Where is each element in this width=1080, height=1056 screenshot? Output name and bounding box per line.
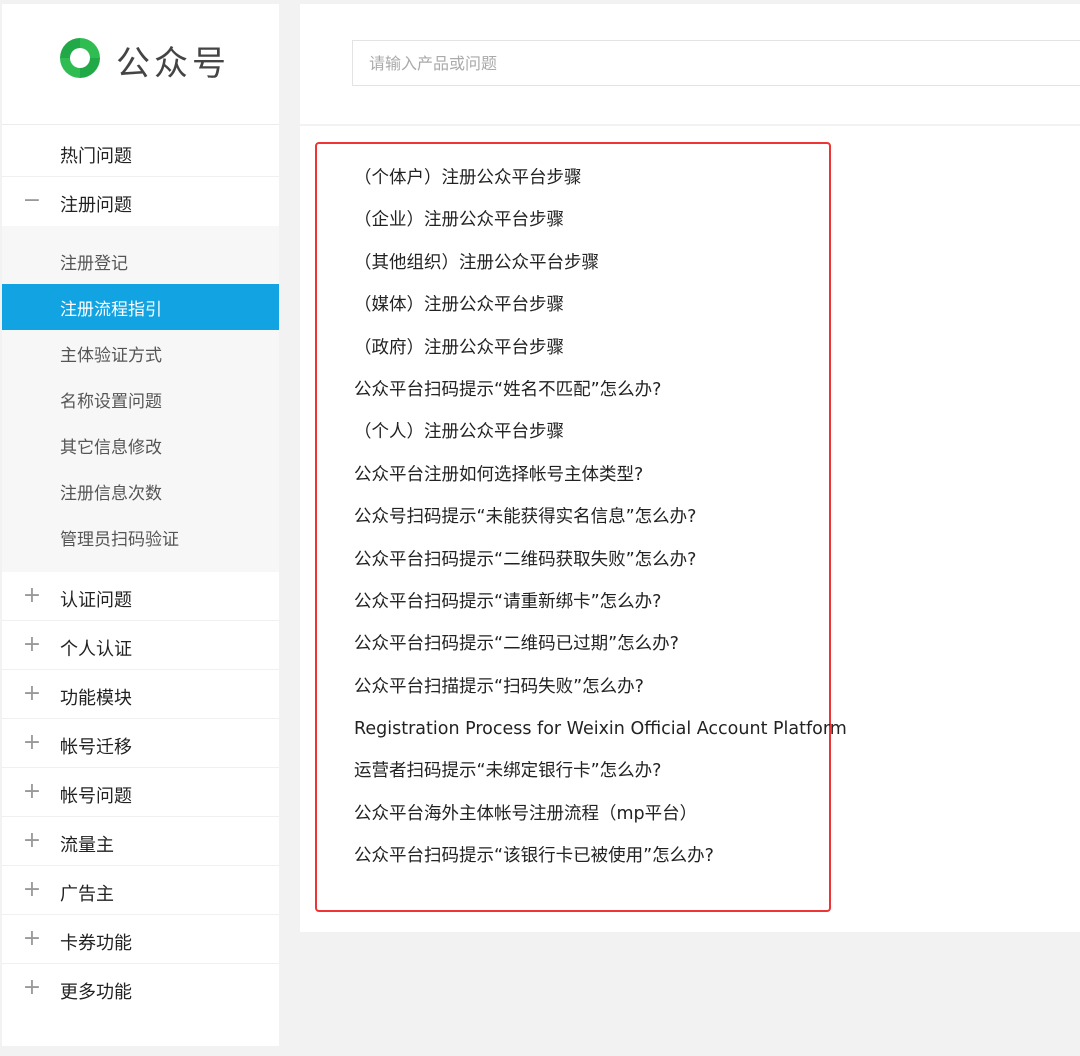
sidebar-item-coupons[interactable]: + 卡券功能 [2, 915, 279, 964]
search-input[interactable] [352, 40, 1080, 86]
subnav-item-admin-scan[interactable]: 管理员扫码验证 [2, 514, 279, 560]
sidebar-item-label: 功能模块 [60, 688, 132, 709]
question-link[interactable]: 公众平台扫码提示“请重新绑卡”怎么办? [354, 588, 1074, 630]
subnav-item-label: 注册流程指引 [60, 300, 162, 320]
sidebar-item-label: 帐号问题 [60, 786, 132, 807]
expand-icon: + [22, 583, 42, 608]
expand-icon: + [22, 877, 42, 902]
subnav-item-name-setting[interactable]: 名称设置问题 [2, 376, 279, 422]
sidebar-nav: 热门问题 − 注册问题 注册登记 注册流程指引 主体验证方式 名称设置问题 其它… [2, 128, 279, 1013]
question-panel: （个体户）注册公众平台步骤 （企业）注册公众平台步骤 （其他组织）注册公众平台步… [300, 126, 1080, 932]
sidebar-item-label: 流量主 [60, 835, 114, 856]
subnav-item-label: 其它信息修改 [60, 438, 162, 458]
question-link[interactable]: 公众平台扫码提示“该银行卡已被使用”怎么办? [354, 842, 1074, 884]
subnav-item-label: 注册信息次数 [60, 484, 162, 504]
sidebar-item-label: 注册问题 [60, 195, 132, 216]
sidebar-item-account-migration[interactable]: + 帐号迁移 [2, 719, 279, 768]
subnav-item-label: 主体验证方式 [60, 346, 162, 366]
expand-icon: + [22, 632, 42, 657]
question-link[interactable]: Registration Process for Weixin Official… [354, 715, 1074, 757]
subnav-item-label: 注册登记 [60, 254, 128, 274]
sidebar-item-certification[interactable]: + 认证问题 [2, 572, 279, 621]
question-link[interactable]: （个人）注册公众平台步骤 [354, 418, 1074, 460]
subnav-item-label: 管理员扫码验证 [60, 530, 179, 550]
logo[interactable]: 公众号 [2, 4, 279, 125]
sidebar-item-label: 认证问题 [60, 590, 132, 611]
sidebar-item-personal-certification[interactable]: + 个人认证 [2, 621, 279, 670]
question-link[interactable]: 公众平台扫码提示“二维码获取失败”怎么办? [354, 546, 1074, 588]
expand-icon: + [22, 975, 42, 1000]
question-link[interactable]: （媒体）注册公众平台步骤 [354, 291, 1074, 333]
subnav-item-verification[interactable]: 主体验证方式 [2, 330, 279, 376]
question-list: （个体户）注册公众平台步骤 （企业）注册公众平台步骤 （其他组织）注册公众平台步… [354, 164, 1074, 885]
logo-text: 公众号 [116, 44, 230, 84]
subnav-item-info-change[interactable]: 其它信息修改 [2, 422, 279, 468]
sidebar-item-registration[interactable]: − 注册问题 [2, 177, 279, 226]
question-link[interactable]: （企业）注册公众平台步骤 [354, 206, 1074, 248]
question-link[interactable]: 运营者扫码提示“未绑定银行卡”怎么办? [354, 757, 1074, 799]
expand-icon: + [22, 730, 42, 755]
sidebar-item-label: 更多功能 [60, 982, 132, 1003]
question-link[interactable]: 公众平台注册如何选择帐号主体类型? [354, 461, 1074, 503]
sidebar-item-account-issues[interactable]: + 帐号问题 [2, 768, 279, 817]
expand-icon: + [22, 828, 42, 853]
question-link[interactable]: （政府）注册公众平台步骤 [354, 334, 1074, 376]
subnav-item-register[interactable]: 注册登记 [2, 238, 279, 284]
expand-icon: + [22, 926, 42, 951]
sidebar-item-label: 卡券功能 [60, 933, 132, 954]
collapse-icon: − [22, 188, 42, 213]
subnav-item-process-guide[interactable]: 注册流程指引 [2, 284, 279, 330]
question-link[interactable]: （其他组织）注册公众平台步骤 [354, 249, 1074, 291]
expand-icon: + [22, 779, 42, 804]
question-link[interactable]: 公众平台海外主体帐号注册流程（mp平台） [354, 800, 1074, 842]
sidebar-item-label: 广告主 [60, 884, 114, 905]
question-link[interactable]: 公众平台扫描提示“扫码失败”怎么办? [354, 673, 1074, 715]
sidebar-item-advertiser[interactable]: + 广告主 [2, 866, 279, 915]
question-link[interactable]: 公众平台扫码提示“二维码已过期”怎么办? [354, 630, 1074, 672]
sidebar-item-hot[interactable]: 热门问题 [2, 128, 279, 177]
sidebar-item-label: 帐号迁移 [60, 737, 132, 758]
subnav-item-label: 名称设置问题 [60, 392, 162, 412]
sidebar-item-traffic-owner[interactable]: + 流量主 [2, 817, 279, 866]
question-link[interactable]: 公众平台扫码提示“姓名不匹配”怎么办? [354, 376, 1074, 418]
sidebar-item-more-features[interactable]: + 更多功能 [2, 964, 279, 1013]
sidebar: 公众号 热门问题 − 注册问题 注册登记 注册流程指引 主体验证方式 名称设置问… [2, 4, 279, 1046]
sidebar-item-label: 个人认证 [60, 639, 132, 660]
expand-icon: + [22, 681, 42, 706]
question-link[interactable]: 公众号扫码提示“未能获得实名信息”怎么办? [354, 503, 1074, 545]
wechat-mp-logo-icon [60, 38, 100, 78]
sidebar-item-label: 热门问题 [60, 146, 132, 167]
registration-subnav: 注册登记 注册流程指引 主体验证方式 名称设置问题 其它信息修改 注册信息次数 … [2, 226, 279, 572]
subnav-item-register-count[interactable]: 注册信息次数 [2, 468, 279, 514]
question-link[interactable]: （个体户）注册公众平台步骤 [354, 164, 1074, 206]
sidebar-item-feature-modules[interactable]: + 功能模块 [2, 670, 279, 719]
search-header [300, 4, 1080, 124]
